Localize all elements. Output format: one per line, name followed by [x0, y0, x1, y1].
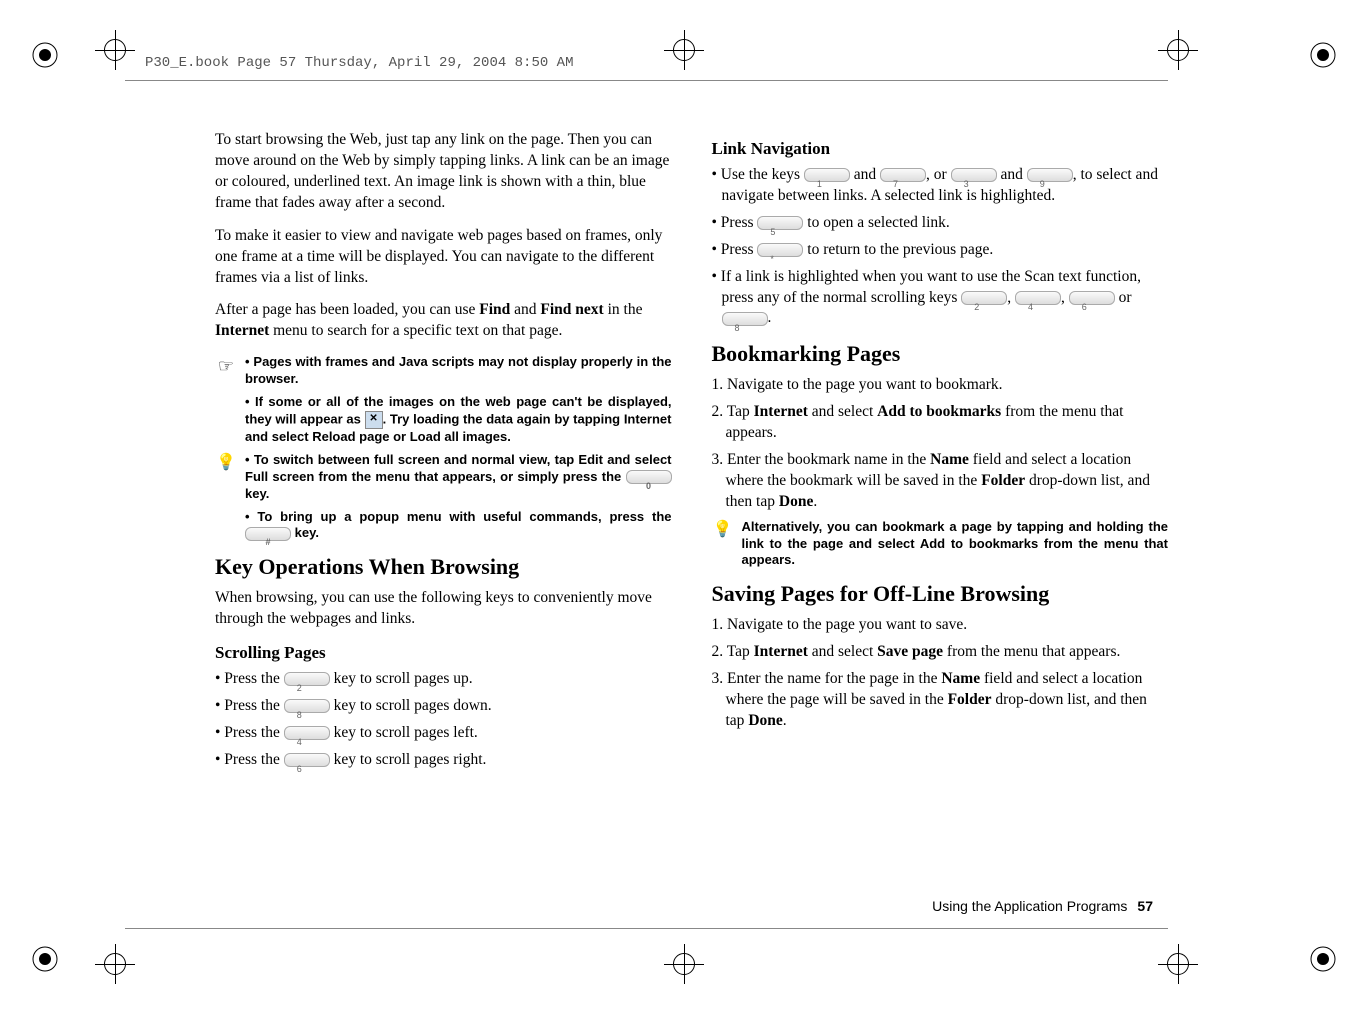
crop-mark-icon: [95, 944, 135, 984]
heading-3: Link Navigation: [712, 138, 1169, 161]
key-icon: [1015, 291, 1061, 305]
list-item: 2. Tap Internet and select Save page fro…: [712, 642, 1169, 663]
divider: [125, 80, 1168, 81]
list-item: • Press the key to scroll pages down.: [215, 696, 672, 717]
list-item: 2. Tap Internet and select Add to bookma…: [712, 402, 1169, 444]
list-item: • Use the keys and , or and , to select …: [712, 165, 1169, 207]
list-item: • Press to open a selected link.: [712, 213, 1169, 234]
divider: [125, 928, 1168, 929]
note-text: Alternatively, you can bookmark a page b…: [742, 519, 1169, 570]
hand-pointing-icon: ☞: [215, 354, 237, 388]
list-item: • Press the key to scroll pages right.: [215, 750, 672, 771]
key-icon: [284, 699, 330, 713]
running-header: P30_E.book Page 57 Thursday, April 29, 2…: [145, 55, 573, 71]
heading-2: Bookmarking Pages: [712, 339, 1169, 369]
list-item: 1. Navigate to the page you want to book…: [712, 375, 1169, 396]
tip-block: 💡 • To switch between full screen and no…: [215, 452, 672, 503]
note-text: • Pages with frames and Java scripts may…: [245, 354, 672, 388]
body-text: To make it easier to view and navigate w…: [215, 226, 672, 289]
key-icon: [284, 726, 330, 740]
registration-mark-icon: [1308, 40, 1338, 70]
page-number: 57: [1137, 898, 1153, 914]
note-text: • To switch between full screen and norm…: [245, 452, 672, 503]
body-text: To start browsing the Web, just tap any …: [215, 130, 672, 214]
broken-image-icon: ✕: [365, 411, 383, 429]
registration-mark-icon: [30, 944, 60, 974]
list-item: • Press to return to the previous page.: [712, 240, 1169, 261]
list-item: • If a link is highlighted when you want…: [712, 267, 1169, 330]
page-footer: Using the Application Programs 57: [932, 898, 1153, 914]
key-icon: [1027, 168, 1073, 182]
registration-mark-icon: [30, 40, 60, 70]
tip-block: 💡 Alternatively, you can bookmark a page…: [712, 519, 1169, 570]
left-column: To start browsing the Web, just tap any …: [215, 130, 672, 884]
key-icon: [961, 291, 1007, 305]
key-icon: [880, 168, 926, 182]
list-item: 3. Enter the bookmark name in the Name f…: [712, 450, 1169, 513]
footer-text: Using the Application Programs: [932, 898, 1127, 914]
heading-2: Key Operations When Browsing: [215, 552, 672, 582]
key-icon: [284, 753, 330, 767]
crop-mark-icon: [95, 30, 135, 70]
list-item: 3. Enter the name for the page in the Na…: [712, 669, 1169, 732]
key-icon: [757, 243, 803, 257]
crop-mark-icon: [1158, 30, 1198, 70]
registration-mark-icon: [1308, 944, 1338, 974]
note-text: • If some or all of the images on the we…: [245, 394, 672, 446]
list-item: • Press the key to scroll pages up.: [215, 669, 672, 690]
body-text: When browsing, you can use the following…: [215, 588, 672, 630]
right-column: Link Navigation • Use the keys and , or …: [712, 130, 1169, 884]
crop-mark-icon: [664, 944, 704, 984]
lightbulb-icon: 💡: [215, 452, 237, 503]
lightbulb-icon: 💡: [712, 519, 734, 570]
crop-mark-icon: [1158, 944, 1198, 984]
key-icon: [804, 168, 850, 182]
list-item: 1. Navigate to the page you want to save…: [712, 615, 1169, 636]
key-icon: [757, 216, 803, 230]
heading-2: Saving Pages for Off-Line Browsing: [712, 579, 1169, 609]
note-text: • To bring up a popup menu with useful c…: [245, 509, 672, 543]
heading-3: Scrolling Pages: [215, 642, 672, 665]
crop-mark-icon: [664, 30, 704, 70]
list-item: • Press the key to scroll pages left.: [215, 723, 672, 744]
key-icon: [626, 470, 672, 484]
key-icon: [951, 168, 997, 182]
page-content: To start browsing the Web, just tap any …: [215, 130, 1168, 884]
key-icon: [722, 312, 768, 326]
body-text: After a page has been loaded, you can us…: [215, 300, 672, 342]
key-icon: [284, 672, 330, 686]
note-block: ☞ • Pages with frames and Java scripts m…: [215, 354, 672, 388]
key-icon: [1069, 291, 1115, 305]
key-icon: [245, 527, 291, 541]
